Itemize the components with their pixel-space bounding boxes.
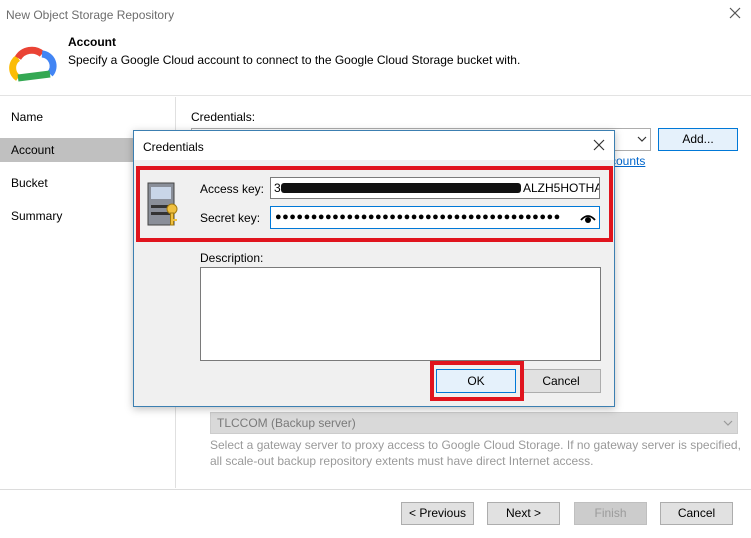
next-button[interactable]: Next > bbox=[487, 502, 560, 525]
dialog-titlebar: Credentials bbox=[134, 131, 614, 160]
description-label: Description: bbox=[200, 251, 264, 265]
highlight-box-keys bbox=[136, 166, 613, 242]
credentials-label: Credentials: bbox=[191, 110, 256, 124]
dialog-title: Credentials bbox=[143, 140, 204, 154]
add-credentials-button[interactable]: Add... bbox=[658, 128, 738, 151]
wizard-footer: < Previous Next > Finish Cancel bbox=[0, 489, 751, 538]
google-cloud-icon bbox=[9, 46, 57, 82]
gateway-note-line1: Select a gateway server to proxy access … bbox=[210, 438, 741, 452]
window-title: New Object Storage Repository bbox=[6, 8, 175, 22]
manage-accounts-link[interactable]: counts bbox=[610, 154, 645, 168]
wizard-header: Account Specify a Google Cloud account t… bbox=[0, 28, 751, 96]
highlight-box-ok bbox=[430, 361, 524, 401]
gateway-server-value: TLCCOM (Backup server) bbox=[217, 416, 356, 430]
gateway-note-line2: all scale-out backup repository extents … bbox=[210, 454, 594, 468]
chevron-down-icon bbox=[723, 420, 733, 426]
chevron-down-icon bbox=[637, 136, 647, 142]
close-icon[interactable] bbox=[592, 138, 606, 152]
page-subtitle: Specify a Google Cloud account to connec… bbox=[68, 53, 521, 67]
cancel-button[interactable]: Cancel bbox=[660, 502, 733, 525]
page-title: Account bbox=[68, 35, 116, 49]
dialog-cancel-button[interactable]: Cancel bbox=[521, 369, 601, 393]
description-textarea[interactable] bbox=[200, 267, 601, 361]
close-icon[interactable] bbox=[727, 5, 743, 21]
finish-button: Finish bbox=[574, 502, 647, 525]
step-name[interactable]: Name bbox=[0, 105, 176, 129]
previous-button[interactable]: < Previous bbox=[401, 502, 474, 525]
gateway-server-select: TLCCOM (Backup server) bbox=[210, 412, 738, 434]
